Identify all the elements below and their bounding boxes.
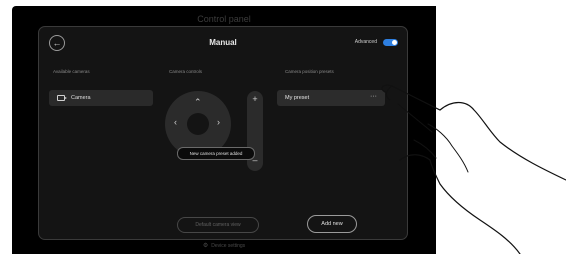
toggle-knob <box>392 40 397 45</box>
default-camera-view-button[interactable]: Default camera view <box>177 217 259 233</box>
preset-list-item[interactable]: My preset ··· <box>277 90 385 106</box>
tilt-up-button[interactable]: ⌃ <box>194 98 202 107</box>
page-title: Manual <box>209 38 237 47</box>
device-settings-label: Device settings <box>211 243 246 249</box>
available-cameras-heading: Available cameras <box>53 69 90 74</box>
control-panel: ← Manual Advanced Available cameras Came… <box>38 26 408 240</box>
device-top-label: Control panel <box>197 14 251 24</box>
advanced-label: Advanced <box>354 39 377 45</box>
add-new-preset-button[interactable]: Add new <box>307 215 357 233</box>
camera-list-item[interactable]: Camera <box>49 90 153 106</box>
pan-left-button[interactable]: ‹ <box>174 118 177 127</box>
dpad-center <box>187 113 209 135</box>
presets-heading: Camera position presets <box>285 69 334 74</box>
advanced-toggle[interactable] <box>383 39 398 46</box>
preset-added-toast: New camera preset added <box>177 147 255 160</box>
camera-icon <box>57 95 67 101</box>
camera-controls-heading: Camera controls <box>169 69 203 74</box>
zoom-in-button[interactable]: + <box>247 94 263 104</box>
gear-icon: ⚙ <box>202 243 209 249</box>
pointing-hand-illustration <box>381 84 566 254</box>
preset-label: My preset <box>285 95 310 101</box>
camera-label: Camera <box>71 95 91 101</box>
pan-right-button[interactable]: › <box>217 118 220 127</box>
